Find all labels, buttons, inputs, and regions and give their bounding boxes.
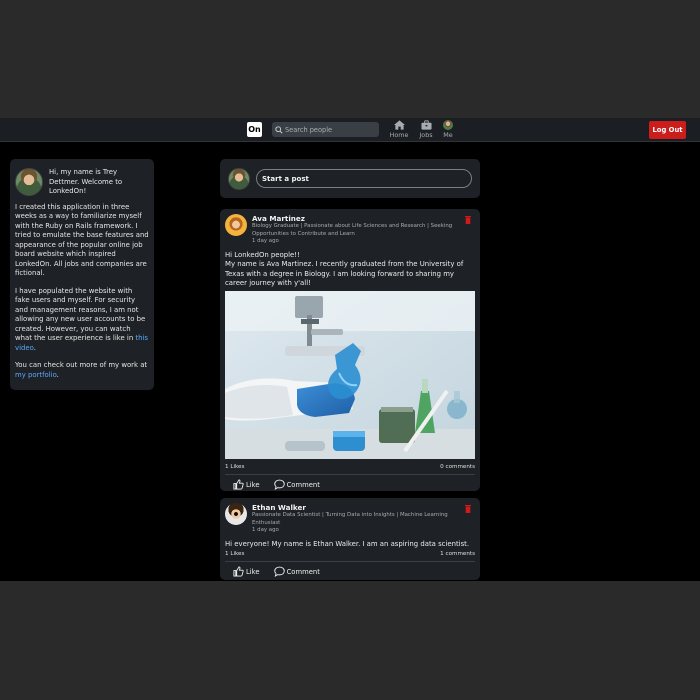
search-icon: [275, 125, 283, 134]
screen-bottom-margin: [0, 581, 700, 700]
thumbs-up-icon: [233, 566, 244, 577]
post-body: Hi everyone! My name is Ethan Walker. I …: [225, 539, 470, 548]
post-body-line-1: Hi LonkedOn people!!: [225, 250, 300, 259]
like-button[interactable]: Like: [233, 566, 260, 577]
comment-button[interactable]: Comment: [273, 479, 320, 491]
like-label: Like: [246, 567, 260, 576]
avatar[interactable]: [15, 168, 43, 197]
comment-icon: [273, 480, 285, 491]
post-body-line-2: My name is Ava Martinez. I recently grad…: [225, 260, 464, 287]
sidebar-paragraph-3-text: You can check out more of my work at: [15, 361, 148, 369]
post-card: Ethan Walker Passionate Data Scientist |…: [220, 498, 480, 580]
sidebar-paragraph-2-end: .: [33, 343, 36, 352]
briefcase-icon: [420, 120, 432, 130]
welcome-sidebar: Hi, my name is Trey Dettmer. Welcome to …: [10, 159, 154, 390]
author-avatar[interactable]: [225, 503, 247, 525]
portfolio-link[interactable]: my portfolio: [15, 371, 57, 379]
trash-icon[interactable]: [465, 216, 471, 224]
logout-button[interactable]: Log Out: [649, 121, 686, 139]
trash-icon[interactable]: [465, 505, 471, 513]
start-post-button[interactable]: Start a post: [256, 169, 472, 188]
author-name[interactable]: Ethan Walker: [252, 503, 461, 512]
like-label: Like: [246, 480, 260, 489]
thumbs-up-icon: [233, 479, 244, 490]
sidebar-paragraph-2-text: I have populated the website with fake u…: [15, 286, 146, 343]
author-avatar[interactable]: [225, 214, 247, 236]
lab-photo: [225, 291, 475, 460]
nav-jobs[interactable]: Jobs: [417, 120, 435, 141]
post-time: 1 day ago: [252, 527, 279, 534]
sidebar-paragraph-1: I created this application in three week…: [15, 202, 149, 278]
post-time: 1 day ago: [252, 238, 279, 245]
search-input[interactable]: [285, 125, 375, 134]
screen-top-margin: [0, 0, 700, 118]
nav-jobs-label: Jobs: [419, 131, 433, 139]
author-headline: Passionate Data Scientist | Turning Data…: [252, 512, 448, 526]
comments-count[interactable]: 1 comments: [440, 551, 475, 557]
post-card: Ava Martinez Biology Graduate | Passiona…: [220, 209, 480, 491]
post-image[interactable]: [225, 291, 475, 460]
post-body: Hi LonkedOn people!! My name is Ava Mart…: [225, 251, 475, 289]
search-bar[interactable]: [272, 122, 379, 137]
nav-me-label: Me: [443, 131, 453, 139]
comments-count[interactable]: 0 comments: [440, 464, 475, 470]
nav-me[interactable]: Me: [441, 120, 455, 141]
divider: [225, 561, 475, 563]
likes-count[interactable]: 1 Likes: [225, 464, 244, 470]
nav-home-label: Home: [389, 131, 409, 139]
composer-avatar[interactable]: [228, 167, 250, 190]
nav-home[interactable]: Home: [388, 120, 410, 141]
sidebar-paragraph-3-end: .: [56, 370, 59, 379]
me-avatar: [443, 120, 453, 130]
author-headline: Biology Graduate | Passionate about Life…: [252, 223, 453, 237]
comment-label: Comment: [286, 567, 320, 576]
divider: [225, 474, 475, 476]
sidebar-paragraph-3: You can check out more of my work at my …: [15, 361, 149, 380]
app-viewport: On Home Jobs Me Log Out: [0, 118, 700, 581]
post-composer: Start a post: [220, 159, 480, 198]
home-icon: [393, 120, 405, 130]
navbar: On Home Jobs Me Log Out: [0, 118, 700, 142]
lonkedon-logo[interactable]: On: [247, 122, 262, 137]
comment-label: Comment: [286, 480, 320, 489]
comment-icon: [273, 566, 285, 578]
like-button[interactable]: Like: [233, 479, 260, 490]
sidebar-greeting: Hi, my name is Trey Dettmer. Welcome to …: [49, 168, 123, 195]
author-name[interactable]: Ava Martinez: [252, 214, 461, 223]
sidebar-paragraph-2: I have populated the website with fake u…: [15, 287, 149, 354]
comment-button[interactable]: Comment: [273, 566, 320, 578]
likes-count[interactable]: 1 Likes: [225, 551, 244, 557]
